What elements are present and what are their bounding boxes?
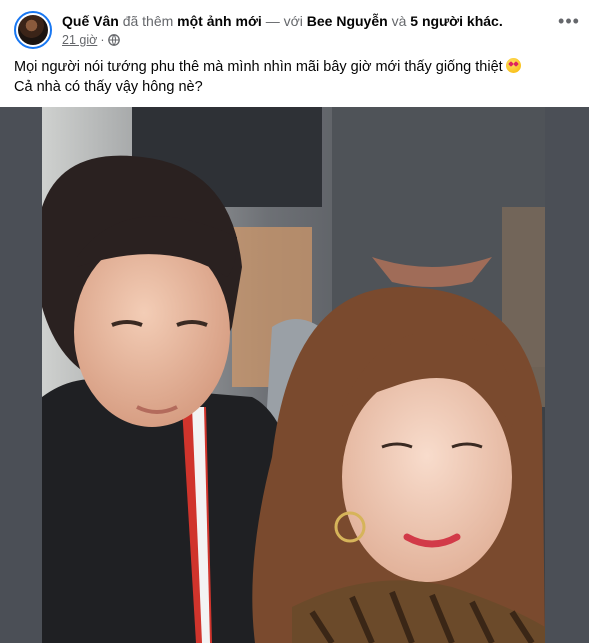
photo-illustration [42,107,545,643]
and-text: và [391,13,407,29]
author-avatar[interactable] [14,11,52,49]
more-options-button[interactable]: ••• [557,9,581,33]
globe-icon[interactable] [108,34,121,46]
action-text: đã thêm [122,13,174,29]
post-meta: 21 giờ · [62,32,121,48]
post-timestamp[interactable]: 21 giờ [62,32,97,48]
post-photo[interactable] [42,107,545,643]
more-options-icon: ••• [558,10,580,31]
heart-eyes-emoji-icon [505,58,521,73]
caption-line-1: Mọi người nói tướng phu thê mà mình nhìn… [14,57,574,77]
facebook-post: Quế Vân đã thêm một ảnh mới — với Bee Ng… [0,0,589,643]
tagged-person-link[interactable]: Bee Nguyễn [307,13,388,29]
author-name-link[interactable]: Quế Vân [62,13,119,29]
post-caption: Mọi người nói tướng phu thê mà mình nhìn… [14,57,574,97]
avatar-image [18,15,48,45]
caption-line-2: Cả nhà có thấy vậy hông nè? [14,79,203,95]
caption-text-1: Mọi người nói tướng phu thê mà mình nhìn… [14,59,503,75]
post-header: Quế Vân đã thêm một ảnh mới — với Bee Ng… [14,9,549,51]
post-actor-line: Quế Vân đã thêm một ảnh mới — với Bee Ng… [62,12,503,30]
photo-frame [0,107,589,643]
with-text: — với [265,13,303,29]
meta-separator: · [100,33,105,47]
new-photo-link[interactable]: một ảnh mới [177,13,262,29]
others-link[interactable]: 5 người khác. [410,13,502,29]
